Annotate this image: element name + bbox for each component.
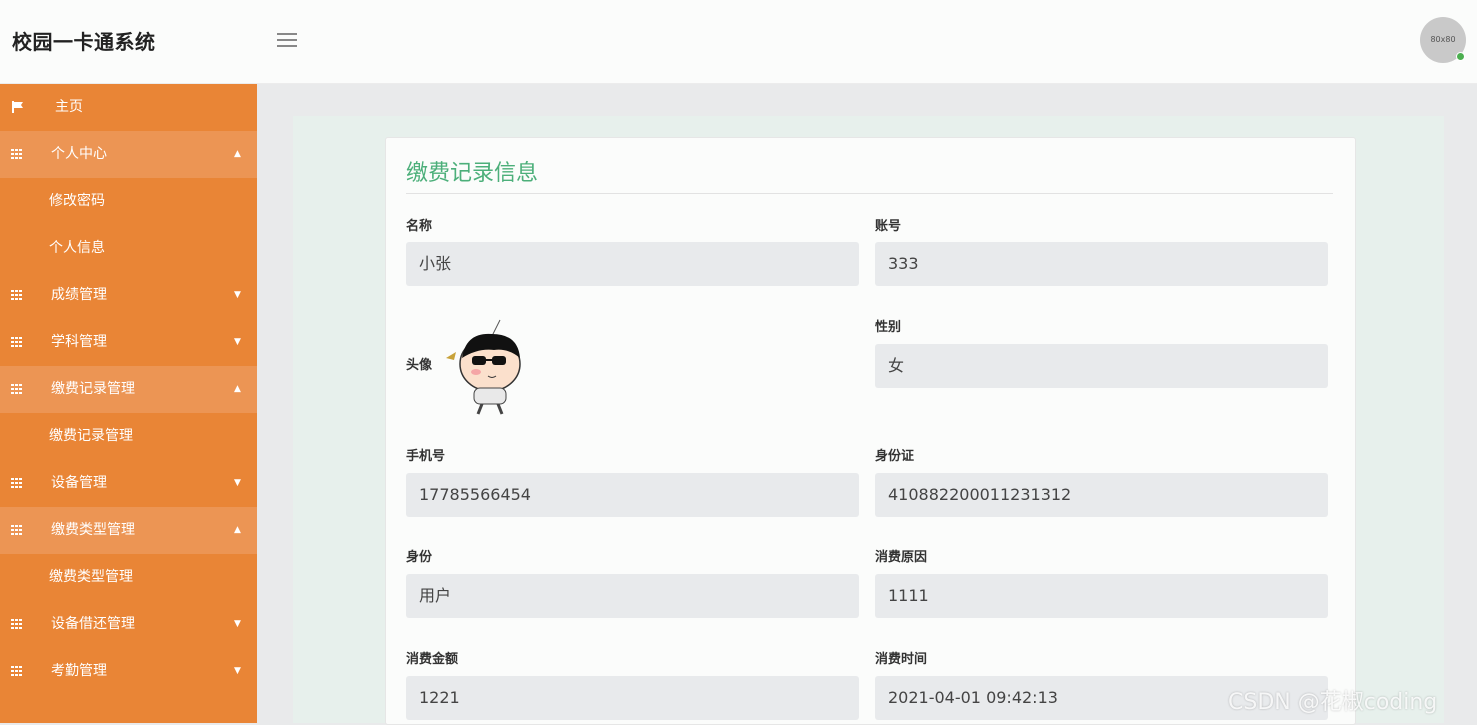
detail-card xyxy=(385,137,1356,725)
sidebar-item-label: 缴费类型管理 xyxy=(51,522,135,538)
sidebar-subitem-change-password[interactable]: 修改密码 xyxy=(0,178,257,225)
flag-icon xyxy=(11,84,25,134)
sidebar-item-devices[interactable]: 设备管理 ▼ xyxy=(0,460,257,507)
sidebar-item-label: 个人中心 xyxy=(51,146,107,162)
chevron-down-icon: ▼ xyxy=(234,666,241,676)
grid-icon xyxy=(11,460,25,508)
top-bar: 校园一卡通系统 80x80 xyxy=(0,0,1477,84)
chevron-up-icon: ▲ xyxy=(234,149,241,159)
chevron-up-icon: ▲ xyxy=(234,384,241,394)
sidebar-subitem-personal-info[interactable]: 个人信息 xyxy=(0,225,257,272)
sidebar-item-label: 成绩管理 xyxy=(51,287,107,303)
chevron-down-icon: ▼ xyxy=(234,290,241,300)
grid-icon xyxy=(11,272,25,320)
sidebar-item-device-borrow[interactable]: 设备借还管理 ▼ xyxy=(0,601,257,648)
page-title: 缴费记录信息 xyxy=(406,161,539,186)
identity-field[interactable]: 用户 xyxy=(406,574,859,618)
idcard-field[interactable]: 410882200011231312 xyxy=(875,473,1328,517)
sidebar-item-subjects[interactable]: 学科管理 ▼ xyxy=(0,319,257,366)
gender-label: 性别 xyxy=(875,320,902,335)
avatar-image xyxy=(442,318,526,418)
reason-label: 消费原因 xyxy=(875,550,928,565)
divider xyxy=(406,193,1333,194)
app-title: 校园一卡通系统 xyxy=(12,30,156,54)
chevron-down-icon: ▼ xyxy=(234,337,241,347)
sidebar-item-personal-center[interactable]: 个人中心 ▲ xyxy=(0,131,257,178)
identity-label: 身份 xyxy=(406,550,433,565)
sidebar-subitem-payment-records[interactable]: 缴费记录管理 xyxy=(0,413,257,460)
phone-label: 手机号 xyxy=(406,449,446,464)
grid-icon xyxy=(11,131,25,179)
amount-label: 消费金额 xyxy=(406,652,459,667)
sidebar-item-attendance[interactable]: 考勤管理 ▼ xyxy=(0,648,257,695)
phone-field[interactable]: 17785566454 xyxy=(406,473,859,517)
sidebar-item-payment-records[interactable]: 缴费记录管理 ▲ xyxy=(0,366,257,413)
sidebar: 主页 个人中心 ▲ 修改密码 个人信息 成绩管理 ▼ 学科管理 ▼ 缴费记录管理… xyxy=(0,84,257,723)
gender-field[interactable]: 女 xyxy=(875,344,1328,388)
avatar-label: 头像 xyxy=(406,358,433,373)
sidebar-item-label: 设备管理 xyxy=(51,475,107,491)
chevron-down-icon: ▼ xyxy=(234,478,241,488)
sidebar-item-payment-types[interactable]: 缴费类型管理 ▲ xyxy=(0,507,257,554)
grid-icon xyxy=(11,366,25,414)
sidebar-item-label: 学科管理 xyxy=(51,334,107,350)
time-label: 消费时间 xyxy=(875,652,928,667)
grid-icon xyxy=(11,507,25,555)
name-label: 名称 xyxy=(406,219,433,234)
online-status-dot xyxy=(1456,52,1465,61)
sidebar-item-label: 主页 xyxy=(55,99,83,115)
sidebar-item-grades[interactable]: 成绩管理 ▼ xyxy=(0,272,257,319)
grid-icon xyxy=(11,601,25,649)
sidebar-item-label: 缴费记录管理 xyxy=(51,381,135,397)
sidebar-item-label: 考勤管理 xyxy=(51,663,107,679)
watermark: CSDN @花椒coding xyxy=(1228,690,1438,715)
account-field[interactable]: 333 xyxy=(875,242,1328,286)
amount-field[interactable]: 1221 xyxy=(406,676,859,720)
idcard-label: 身份证 xyxy=(875,449,915,464)
menu-toggle-icon[interactable] xyxy=(277,33,297,47)
reason-field[interactable]: 1111 xyxy=(875,574,1328,618)
grid-icon xyxy=(11,319,25,367)
name-field[interactable]: 小张 xyxy=(406,242,859,286)
grid-icon xyxy=(11,648,25,696)
sidebar-subitem-payment-types[interactable]: 缴费类型管理 xyxy=(0,554,257,601)
account-label: 账号 xyxy=(875,219,902,234)
sidebar-item-label: 设备借还管理 xyxy=(51,616,135,632)
chevron-up-icon: ▲ xyxy=(234,525,241,535)
sidebar-item-home[interactable]: 主页 xyxy=(0,84,257,131)
chevron-down-icon: ▼ xyxy=(234,619,241,629)
